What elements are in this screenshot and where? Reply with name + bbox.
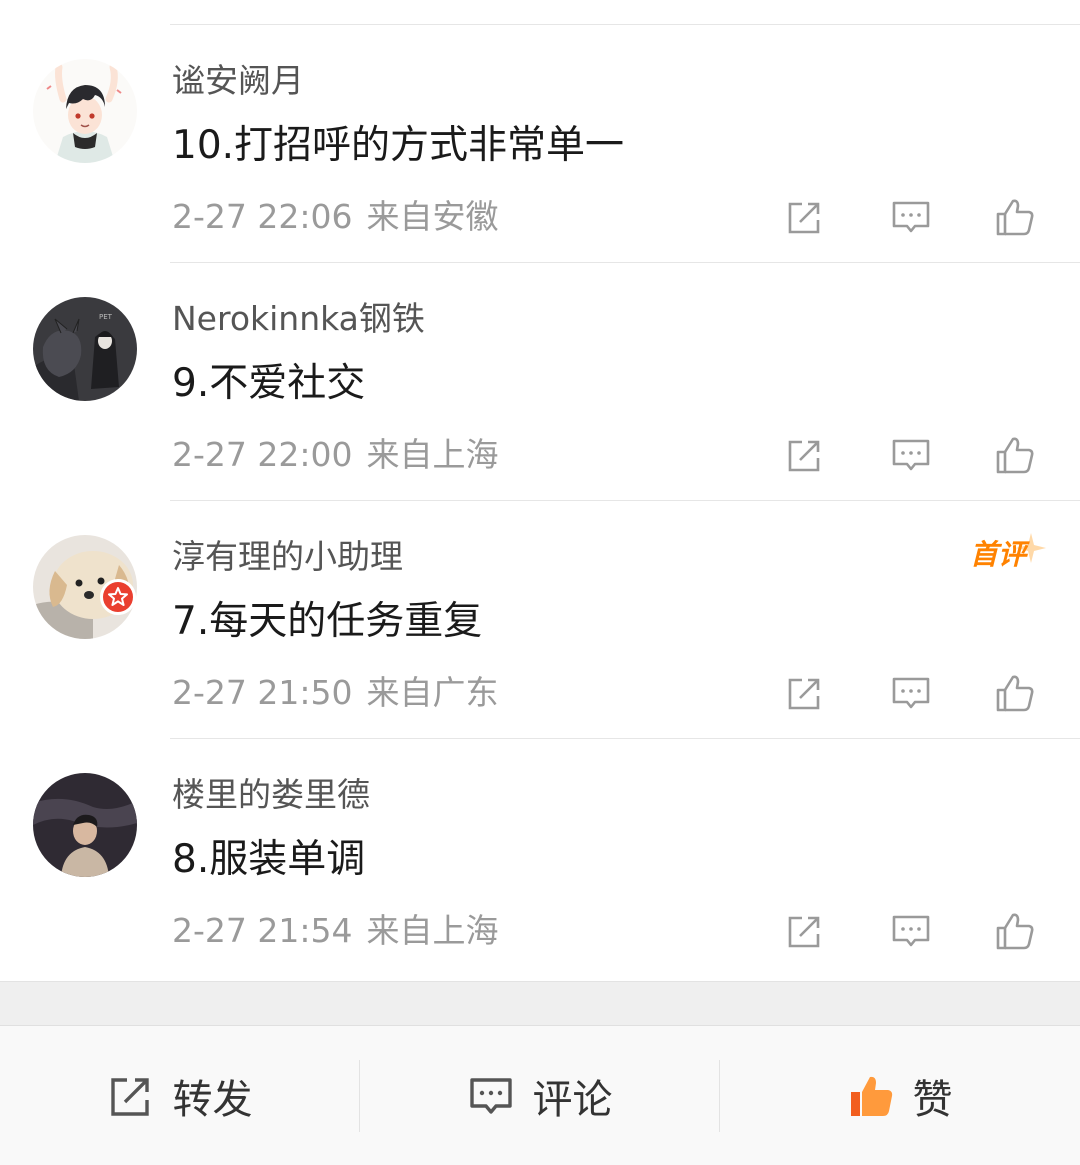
thumbs-up-icon [996, 437, 1034, 474]
like-button[interactable] [992, 909, 1038, 953]
repost-tab[interactable]: 转发 [0, 1026, 359, 1165]
comment-meta: 2-27 22:00 来自上海 [172, 433, 499, 477]
comment-actions [782, 195, 1044, 239]
star-icon [108, 587, 128, 606]
share-icon [788, 916, 820, 948]
avatar[interactable] [33, 59, 137, 163]
comment-text: 10.打招呼的方式非常单一 [172, 123, 625, 168]
comment-icon [469, 1077, 512, 1114]
location: 来自上海 [366, 435, 499, 474]
location: 来自广东 [366, 673, 499, 712]
like-button[interactable] [992, 671, 1038, 715]
first-comment-label: 首评 [970, 538, 1027, 571]
reply-button[interactable] [888, 671, 934, 715]
comment-tab[interactable]: 评论 [360, 1026, 719, 1165]
timestamp: 2-27 22:00 [172, 435, 353, 474]
location: 来自安徽 [366, 197, 499, 236]
username[interactable]: 楼里的娄里德 [172, 773, 370, 817]
comment-text: 7.每天的任务重复 [172, 599, 483, 644]
comment-item: 谧安阙月 10.打招呼的方式非常单一 2-27 22:06 来自安徽 [0, 25, 1080, 263]
comment-actions [782, 671, 1044, 715]
timestamp: 2-27 21:50 [172, 673, 353, 712]
username[interactable]: 淳有理的小助理 [172, 535, 403, 579]
share-button[interactable] [782, 671, 828, 715]
person-photo-avatar-image [33, 773, 137, 877]
first-comment-badge: 首评 [970, 533, 1046, 579]
like-tab[interactable]: 赞 [720, 1026, 1079, 1165]
dark-creature-avatar-image: PET [33, 297, 137, 401]
thumbs-up-icon [996, 913, 1034, 950]
comment-icon [892, 677, 930, 709]
like-label: 赞 [912, 1076, 953, 1123]
like-button[interactable] [992, 433, 1038, 477]
comment-meta: 2-27 21:54 来自上海 [172, 909, 499, 953]
thumbs-up-icon [996, 675, 1034, 712]
share-icon [110, 1077, 149, 1116]
timestamp: 2-27 21:54 [172, 911, 353, 950]
thumbs-up-icon [996, 199, 1034, 236]
comment-icon [892, 439, 930, 471]
avatar[interactable] [33, 773, 137, 877]
comment-actions [782, 433, 1044, 477]
share-button[interactable] [782, 433, 828, 477]
comment-label: 评论 [532, 1076, 613, 1123]
svg-text:PET: PET [99, 313, 113, 321]
comment-item: 楼里的娄里德 8.服装单调 2-27 21:54 来自上海 [0, 739, 1080, 977]
share-icon [788, 440, 820, 472]
reply-button[interactable] [888, 195, 934, 239]
comment-item: PET Nerokinnka钢铁 9.不爱社交 2-27 22:00 来自上海 [0, 263, 1080, 501]
location: 来自上海 [366, 911, 499, 950]
reply-button[interactable] [888, 433, 934, 477]
share-button[interactable] [782, 195, 828, 239]
bottom-action-bar: 转发 评论 赞 [0, 1025, 1080, 1165]
like-button[interactable] [992, 195, 1038, 239]
anime-boy-avatar-image [33, 59, 137, 163]
comment-icon [892, 915, 930, 947]
comment-text: 9.不爱社交 [172, 361, 366, 406]
comment-meta: 2-27 22:06 来自安徽 [172, 195, 499, 239]
comment-list: 谧安阙月 10.打招呼的方式非常单一 2-27 22:06 来自安徽 PET N… [0, 25, 1080, 977]
reply-button[interactable] [888, 909, 934, 953]
thumbs-up-icon [850, 1076, 892, 1116]
avatar[interactable]: PET [33, 297, 137, 401]
comment-actions [782, 909, 1044, 953]
section-gap [0, 981, 1080, 1026]
verified-badge [100, 579, 136, 615]
comment-item: 淳有理的小助理 首评 7.每天的任务重复 2-27 21:50 来自广东 [0, 501, 1080, 739]
timestamp: 2-27 22:06 [172, 197, 353, 236]
comment-text: 8.服装单调 [172, 837, 366, 882]
share-button[interactable] [782, 909, 828, 953]
share-icon [788, 678, 820, 710]
username[interactable]: Nerokinnka钢铁 [172, 297, 425, 341]
comment-icon [892, 201, 930, 233]
share-icon [788, 202, 820, 234]
username[interactable]: 谧安阙月 [172, 59, 304, 103]
comment-meta: 2-27 21:50 来自广东 [172, 671, 499, 715]
repost-label: 转发 [172, 1076, 253, 1123]
